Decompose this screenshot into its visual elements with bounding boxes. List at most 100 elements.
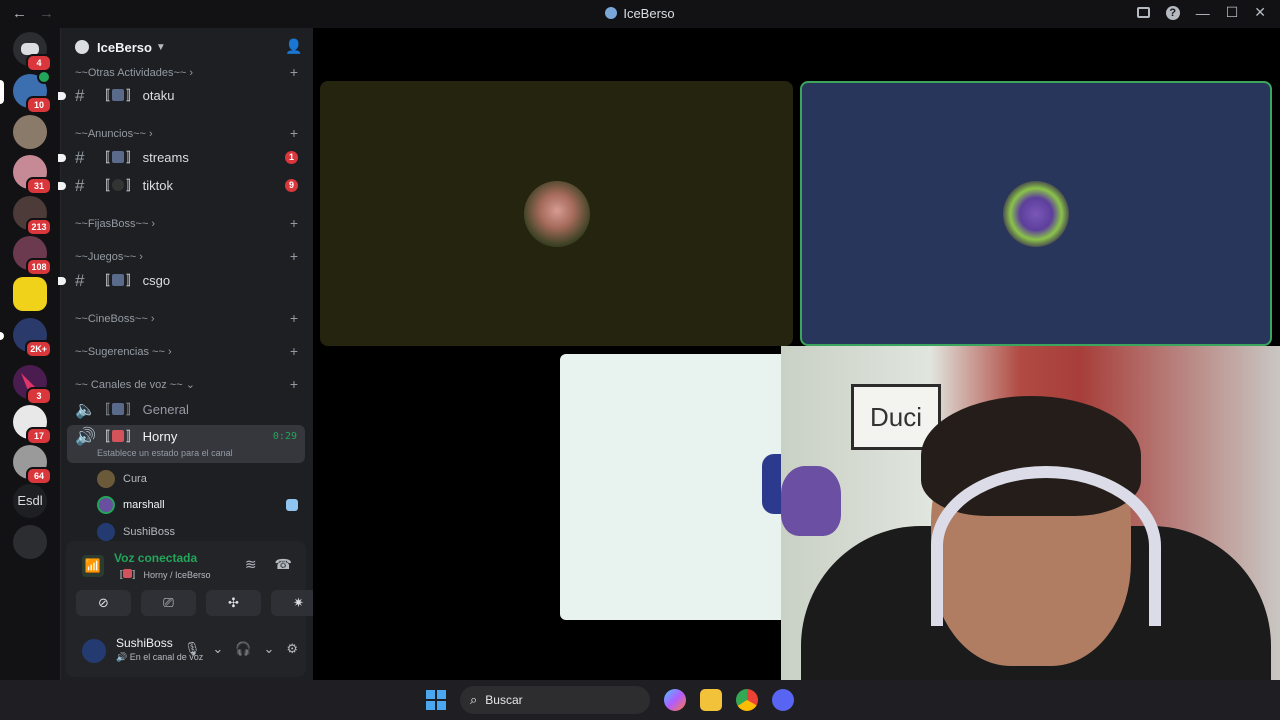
- server-icon: [75, 40, 89, 54]
- copilot-icon[interactable]: [664, 689, 686, 711]
- gear-icon[interactable]: ⚙: [286, 641, 298, 657]
- channel-tiktok[interactable]: # 〚〛 tiktok 9: [58, 173, 314, 199]
- category-anuncios[interactable]: ~~Anuncios~~ › +: [61, 125, 314, 142]
- maximize-icon[interactable]: ☐: [1226, 4, 1239, 21]
- taskbar-search[interactable]: ⌕ Buscar: [460, 686, 650, 714]
- guild-esdl[interactable]: Esdl: [13, 484, 47, 518]
- category-sugerencias[interactable]: ~~Sugerencias ~~ › +: [61, 343, 314, 360]
- file-explorer-icon[interactable]: [700, 689, 722, 711]
- speaker-icon: 🔈: [75, 400, 97, 419]
- category-voz[interactable]: ~~ Canales de voz ~~ ⌄ +: [61, 376, 314, 393]
- unread-dot: [58, 154, 66, 162]
- discord-home-icon[interactable]: 4: [13, 32, 52, 72]
- hash-icon: #: [75, 271, 85, 290]
- channel-status-prompt[interactable]: Establece un estado para el canal: [97, 448, 233, 458]
- help-icon[interactable]: ?: [1165, 5, 1180, 20]
- add-channel-icon[interactable]: +: [290, 310, 298, 326]
- headset: [931, 466, 1161, 626]
- microphone-icon[interactable]: 🎙: [184, 641, 201, 657]
- guild-avatar[interactable]: 64: [13, 445, 52, 485]
- avatar: [523, 180, 590, 247]
- inbox-icon[interactable]: [1136, 7, 1150, 18]
- disconnect-icon[interactable]: ☎: [275, 556, 292, 573]
- guild-badge: 3: [26, 387, 52, 405]
- guild-avatar[interactable]: [13, 525, 47, 559]
- minimize-icon[interactable]: —: [1196, 5, 1210, 21]
- add-channel-icon[interactable]: +: [290, 64, 298, 80]
- voice-path: 〚〛 Horny / IceBerso: [114, 569, 211, 580]
- participant-tile-speaking[interactable]: [800, 81, 1272, 346]
- server-icon: [605, 7, 618, 19]
- stream-icon: [286, 499, 298, 511]
- guild-badge: 10: [26, 96, 52, 114]
- server-list: 4 10 31 213 108 2K+ 3 17 64 Esdl: [0, 28, 60, 680]
- chevron-down-icon[interactable]: ⌄: [212, 641, 223, 657]
- voice-timer: 0:29: [272, 431, 297, 442]
- guild-badge: 64: [26, 467, 52, 485]
- channel-csgo[interactable]: # 〚〛 csgo: [58, 268, 314, 294]
- category-otras[interactable]: ~~Otras Actividades~~ › +: [61, 64, 314, 81]
- chrome-icon[interactable]: [736, 689, 758, 711]
- stream-tile[interactable]: [560, 354, 790, 620]
- selected-indicator: [0, 80, 4, 104]
- search-icon: ⌕: [470, 692, 478, 707]
- guild-avatar[interactable]: 108: [13, 236, 52, 276]
- avatar: [1003, 180, 1069, 247]
- guild-avatar[interactable]: 31: [13, 155, 52, 195]
- voice-user[interactable]: Cura: [61, 467, 314, 491]
- guild-avatar[interactable]: 2K+: [13, 318, 52, 358]
- add-member-icon[interactable]: 👤: [285, 38, 302, 54]
- avatar: [97, 470, 115, 488]
- unread-dot: [58, 182, 66, 190]
- add-channel-icon[interactable]: +: [290, 248, 298, 264]
- category-cine[interactable]: ~~CineBoss~~ › +: [61, 310, 314, 327]
- voice-channel-general[interactable]: 🔈〚〛 General: [61, 397, 314, 423]
- username[interactable]: SushiBoss: [116, 636, 173, 650]
- category-juegos[interactable]: ~~Juegos~~ › +: [61, 248, 314, 265]
- avatar: [97, 523, 115, 541]
- voice-icon: [37, 70, 51, 84]
- participant-tile[interactable]: [320, 81, 793, 346]
- add-channel-icon[interactable]: +: [290, 215, 298, 231]
- guild-avatar[interactable]: [13, 277, 47, 311]
- guild-avatar[interactable]: 17: [13, 405, 52, 445]
- server-header[interactable]: IceBerso ▼: [61, 28, 314, 66]
- guild-avatar[interactable]: 213: [13, 196, 52, 236]
- chevron-down-icon[interactable]: ⌄: [263, 641, 274, 657]
- guild-badge: 17: [26, 427, 52, 445]
- add-channel-icon[interactable]: +: [290, 376, 298, 392]
- guild-valorant[interactable]: 3: [13, 365, 52, 405]
- guild-avatar[interactable]: [13, 115, 47, 149]
- guild-badge: 2K+: [25, 340, 52, 358]
- guild-iceberso[interactable]: 10: [13, 70, 52, 114]
- mention-badge: 9: [285, 179, 298, 192]
- unread-dot: [58, 277, 66, 285]
- unread-indicator: [0, 332, 4, 340]
- taskbar: ⌕ Buscar: [0, 680, 1280, 720]
- channel-streams[interactable]: # 〚〛 streams 1: [58, 145, 314, 171]
- headphones-icon[interactable]: 🎧: [235, 641, 251, 657]
- category-fijas[interactable]: ~~FijasBoss~~ › +: [61, 215, 314, 232]
- camera-off-button[interactable]: ⊘: [76, 590, 131, 616]
- mention-badge: 1: [285, 151, 298, 164]
- share-screen-button[interactable]: ⎚: [141, 590, 196, 616]
- guild-badge: 4: [26, 54, 52, 72]
- avatar[interactable]: [82, 639, 106, 663]
- noise-suppression-icon[interactable]: ≋: [245, 556, 257, 573]
- channel-otaku[interactable]: # 〚〛 otaku: [58, 83, 314, 109]
- server-name: IceBerso: [97, 39, 152, 55]
- voice-user[interactable]: marshall: [61, 493, 314, 517]
- add-channel-icon[interactable]: +: [290, 125, 298, 141]
- discord-icon[interactable]: [772, 689, 794, 711]
- voice-status[interactable]: Voz conectada: [114, 551, 197, 565]
- add-channel-icon[interactable]: +: [290, 343, 298, 359]
- signal-icon: 📶: [82, 555, 104, 577]
- unread-dot: [58, 92, 66, 100]
- webcam-feed: Duci: [781, 346, 1280, 720]
- close-icon[interactable]: ✕: [1254, 4, 1266, 21]
- activities-button[interactable]: ✣: [206, 590, 261, 616]
- chevron-down-icon: ▼: [155, 41, 166, 53]
- voice-channel-horny[interactable]: 🔊〚〛 Horny 0:29 Establece un estado para …: [67, 425, 305, 463]
- window-title: IceBerso: [0, 6, 1280, 21]
- windows-start-icon[interactable]: [426, 690, 446, 710]
